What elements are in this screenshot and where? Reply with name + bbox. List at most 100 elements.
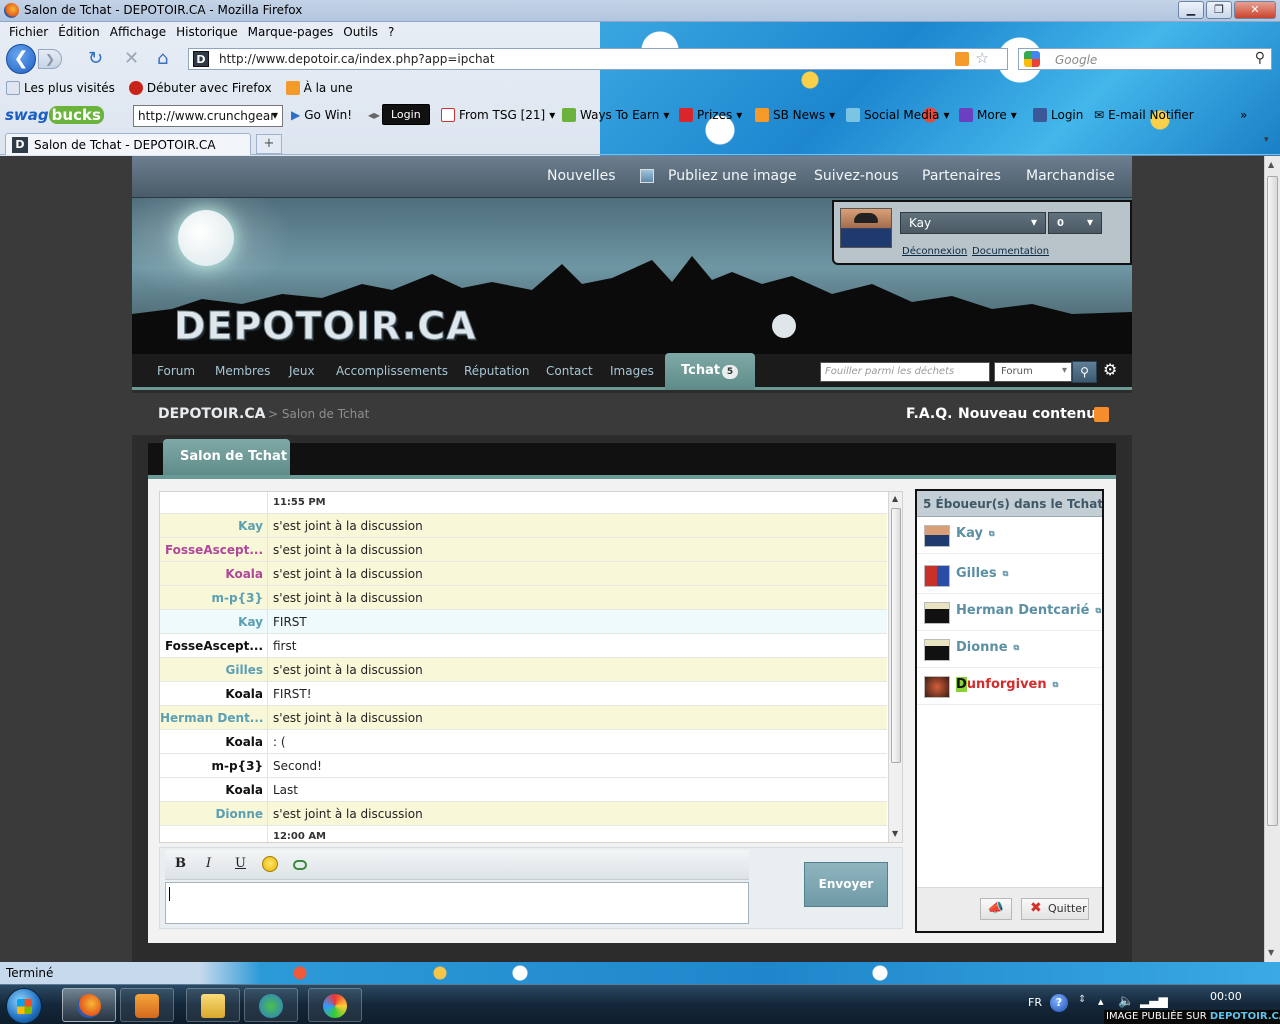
user-avatar[interactable] (924, 565, 950, 587)
online-user-name[interactable]: Dionne ⧉ (956, 640, 1019, 655)
home-icon[interactable]: ⌂ (157, 49, 168, 69)
go-win-item[interactable]: ▶ Go Win! (291, 108, 352, 122)
online-user-name[interactable]: Gilles ⧉ (956, 566, 1008, 581)
topnav-suivez[interactable]: Suivez-nous (814, 168, 899, 184)
bookmark-getting-started[interactable]: Débuter avec Firefox (128, 81, 272, 95)
online-user-item[interactable]: Dionne ⧉ (917, 631, 1102, 668)
topnav-nouvelles[interactable]: Nouvelles (547, 168, 616, 184)
quit-button[interactable]: Quitter (1021, 898, 1089, 920)
swagbucks-login-button[interactable]: Login (382, 104, 430, 125)
menu-outils[interactable]: Outils (338, 22, 383, 42)
italic-button[interactable]: I (206, 856, 211, 871)
topnav-partenaires[interactable]: Partenaires (922, 168, 1001, 184)
bookmark-star-icon[interactable]: ☆ (976, 49, 989, 67)
more-item[interactable]: More ▾ (959, 108, 1017, 122)
topnav-marchandise[interactable]: Marchandise (1026, 168, 1115, 184)
network-icon[interactable]: ▂▄▆ (1140, 994, 1168, 1008)
maximize-button[interactable]: ❐ (1206, 1, 1232, 19)
clock[interactable]: 00:00 (1210, 990, 1242, 1003)
menu-affichage[interactable]: Affichage (105, 22, 171, 42)
rss-icon[interactable] (955, 52, 969, 66)
notifications-dropdown[interactable]: 0 (1048, 212, 1102, 234)
menu-edition[interactable]: Édition (53, 22, 105, 42)
help-icon[interactable]: ? (1050, 994, 1068, 1012)
online-user-name[interactable]: Dunforgiven ⧉ (956, 677, 1058, 692)
rss-icon[interactable] (1094, 407, 1109, 422)
breadcrumb-root[interactable]: DEPOTOIR.CA (158, 406, 265, 422)
external-link-icon[interactable]: ⧉ (1095, 606, 1101, 615)
volume-icon[interactable]: 🔈 (1118, 994, 1134, 1009)
online-user-item[interactable]: Dunforgiven ⧉ (917, 668, 1102, 705)
user-avatar[interactable] (924, 525, 950, 547)
nav-accomplissements[interactable]: Accomplissements (336, 364, 448, 378)
online-user-item[interactable]: Gilles ⧉ (917, 557, 1102, 594)
external-link-icon[interactable]: ⧉ (989, 529, 995, 538)
nav-images[interactable]: Images (610, 364, 654, 378)
chat-messages[interactable]: 11:55 PM Kay s'est joint à la discussion Fo… (159, 491, 903, 843)
chat-scrollbar[interactable]: ▲ ▼ (888, 492, 902, 842)
user-avatar[interactable] (924, 602, 950, 624)
new-tab-button[interactable]: + (256, 134, 282, 154)
documentation-link[interactable]: Documentation (972, 246, 1049, 257)
forward-button[interactable]: ❯ (38, 49, 62, 69)
swagbucks-logo[interactable]: swag bucks (5, 106, 104, 124)
chat-scroll-thumb[interactable] (891, 508, 901, 763)
nav-contact[interactable]: Contact (546, 364, 593, 378)
chat-message-author[interactable]: m-p{3} (160, 754, 268, 778)
chat-message-author[interactable]: Kay (160, 610, 268, 634)
clear-chat-button[interactable]: 📣 (980, 898, 1012, 920)
online-user-name[interactable]: Kay ⧉ (956, 526, 995, 541)
online-user-name[interactable]: Herman Dentcarié ⧉ (956, 603, 1101, 618)
user-avatar[interactable] (924, 676, 950, 698)
taskbar-explorer[interactable] (186, 988, 240, 1022)
toolbar-overflow-icon[interactable]: » (1240, 108, 1247, 122)
chat-room-tab[interactable]: Salon de Tchat (163, 439, 290, 475)
nav-membres[interactable]: Membres (215, 364, 270, 378)
nav-jeux[interactable]: Jeux (289, 364, 315, 378)
taskbar-media-player[interactable] (120, 988, 174, 1022)
new-content-link[interactable]: Nouveau contenu (958, 406, 1096, 422)
scroll-up-icon[interactable]: ▲ (892, 494, 898, 503)
back-button[interactable]: ❮ (6, 44, 36, 74)
site-search-input[interactable]: Fouiller parmi les déchets (820, 362, 990, 382)
show-hidden-icons[interactable]: ▴ (1098, 995, 1104, 1008)
scroll-up-icon[interactable]: ▲ (1268, 160, 1274, 169)
nav-forum[interactable]: Forum (157, 364, 195, 378)
menu-fichier[interactable]: Fichier (4, 22, 53, 42)
search-scope-select[interactable]: Forum (994, 362, 1072, 382)
menu-help[interactable]: ? (383, 22, 399, 42)
chat-message-author[interactable]: Koala (160, 778, 268, 802)
sb-news-item[interactable]: SB News ▾ (755, 108, 835, 122)
logout-link[interactable]: Déconnexion (902, 246, 967, 257)
language-indicator[interactable]: FR (1028, 996, 1042, 1009)
facebook-login-item[interactable]: Login (1033, 108, 1083, 122)
page-scroll-thumb[interactable] (1267, 176, 1278, 826)
chat-message-author[interactable]: Herman Dent... (160, 706, 268, 730)
gear-icon[interactable]: ⚙ (1103, 360, 1117, 379)
taskbar-paint[interactable] (308, 988, 362, 1022)
start-button[interactable] (6, 988, 42, 1024)
bookmark-most-visited[interactable]: Les plus visités (6, 81, 115, 95)
link-icon[interactable] (293, 860, 307, 870)
chat-message-author[interactable]: Koala (160, 682, 268, 706)
site-logo[interactable]: DEPOTOIR.CA (174, 304, 477, 349)
menu-marque-pages[interactable]: Marque-pages (243, 22, 339, 42)
external-link-icon[interactable]: ⧉ (1053, 680, 1059, 689)
bookmark-headlines[interactable]: À la une (285, 81, 353, 95)
chat-message-author[interactable]: m-p{3} (160, 586, 268, 610)
site-search-button[interactable]: ⚲ (1072, 361, 1097, 383)
taskbar-messenger[interactable] (244, 988, 298, 1022)
chat-message-input[interactable] (165, 882, 749, 924)
external-link-icon[interactable]: ⧉ (1003, 569, 1009, 578)
menu-historique[interactable]: Historique (171, 22, 243, 42)
close-window-button[interactable]: ✕ (1234, 1, 1276, 19)
stop-icon[interactable]: ✕ (124, 49, 139, 69)
emoticon-icon[interactable] (262, 856, 278, 872)
tab-list-icon[interactable]: ▾ (1264, 135, 1278, 151)
google-icon[interactable] (1024, 51, 1040, 67)
search-icon[interactable]: ⚲ (1255, 50, 1265, 66)
chat-message-author[interactable]: Dionne (160, 802, 268, 826)
nav-tchat-active[interactable]: Tchat 5 (665, 353, 755, 390)
swagbucks-url-select[interactable]: http://www.crunchgear (133, 105, 283, 127)
user-avatar[interactable] (924, 639, 950, 661)
